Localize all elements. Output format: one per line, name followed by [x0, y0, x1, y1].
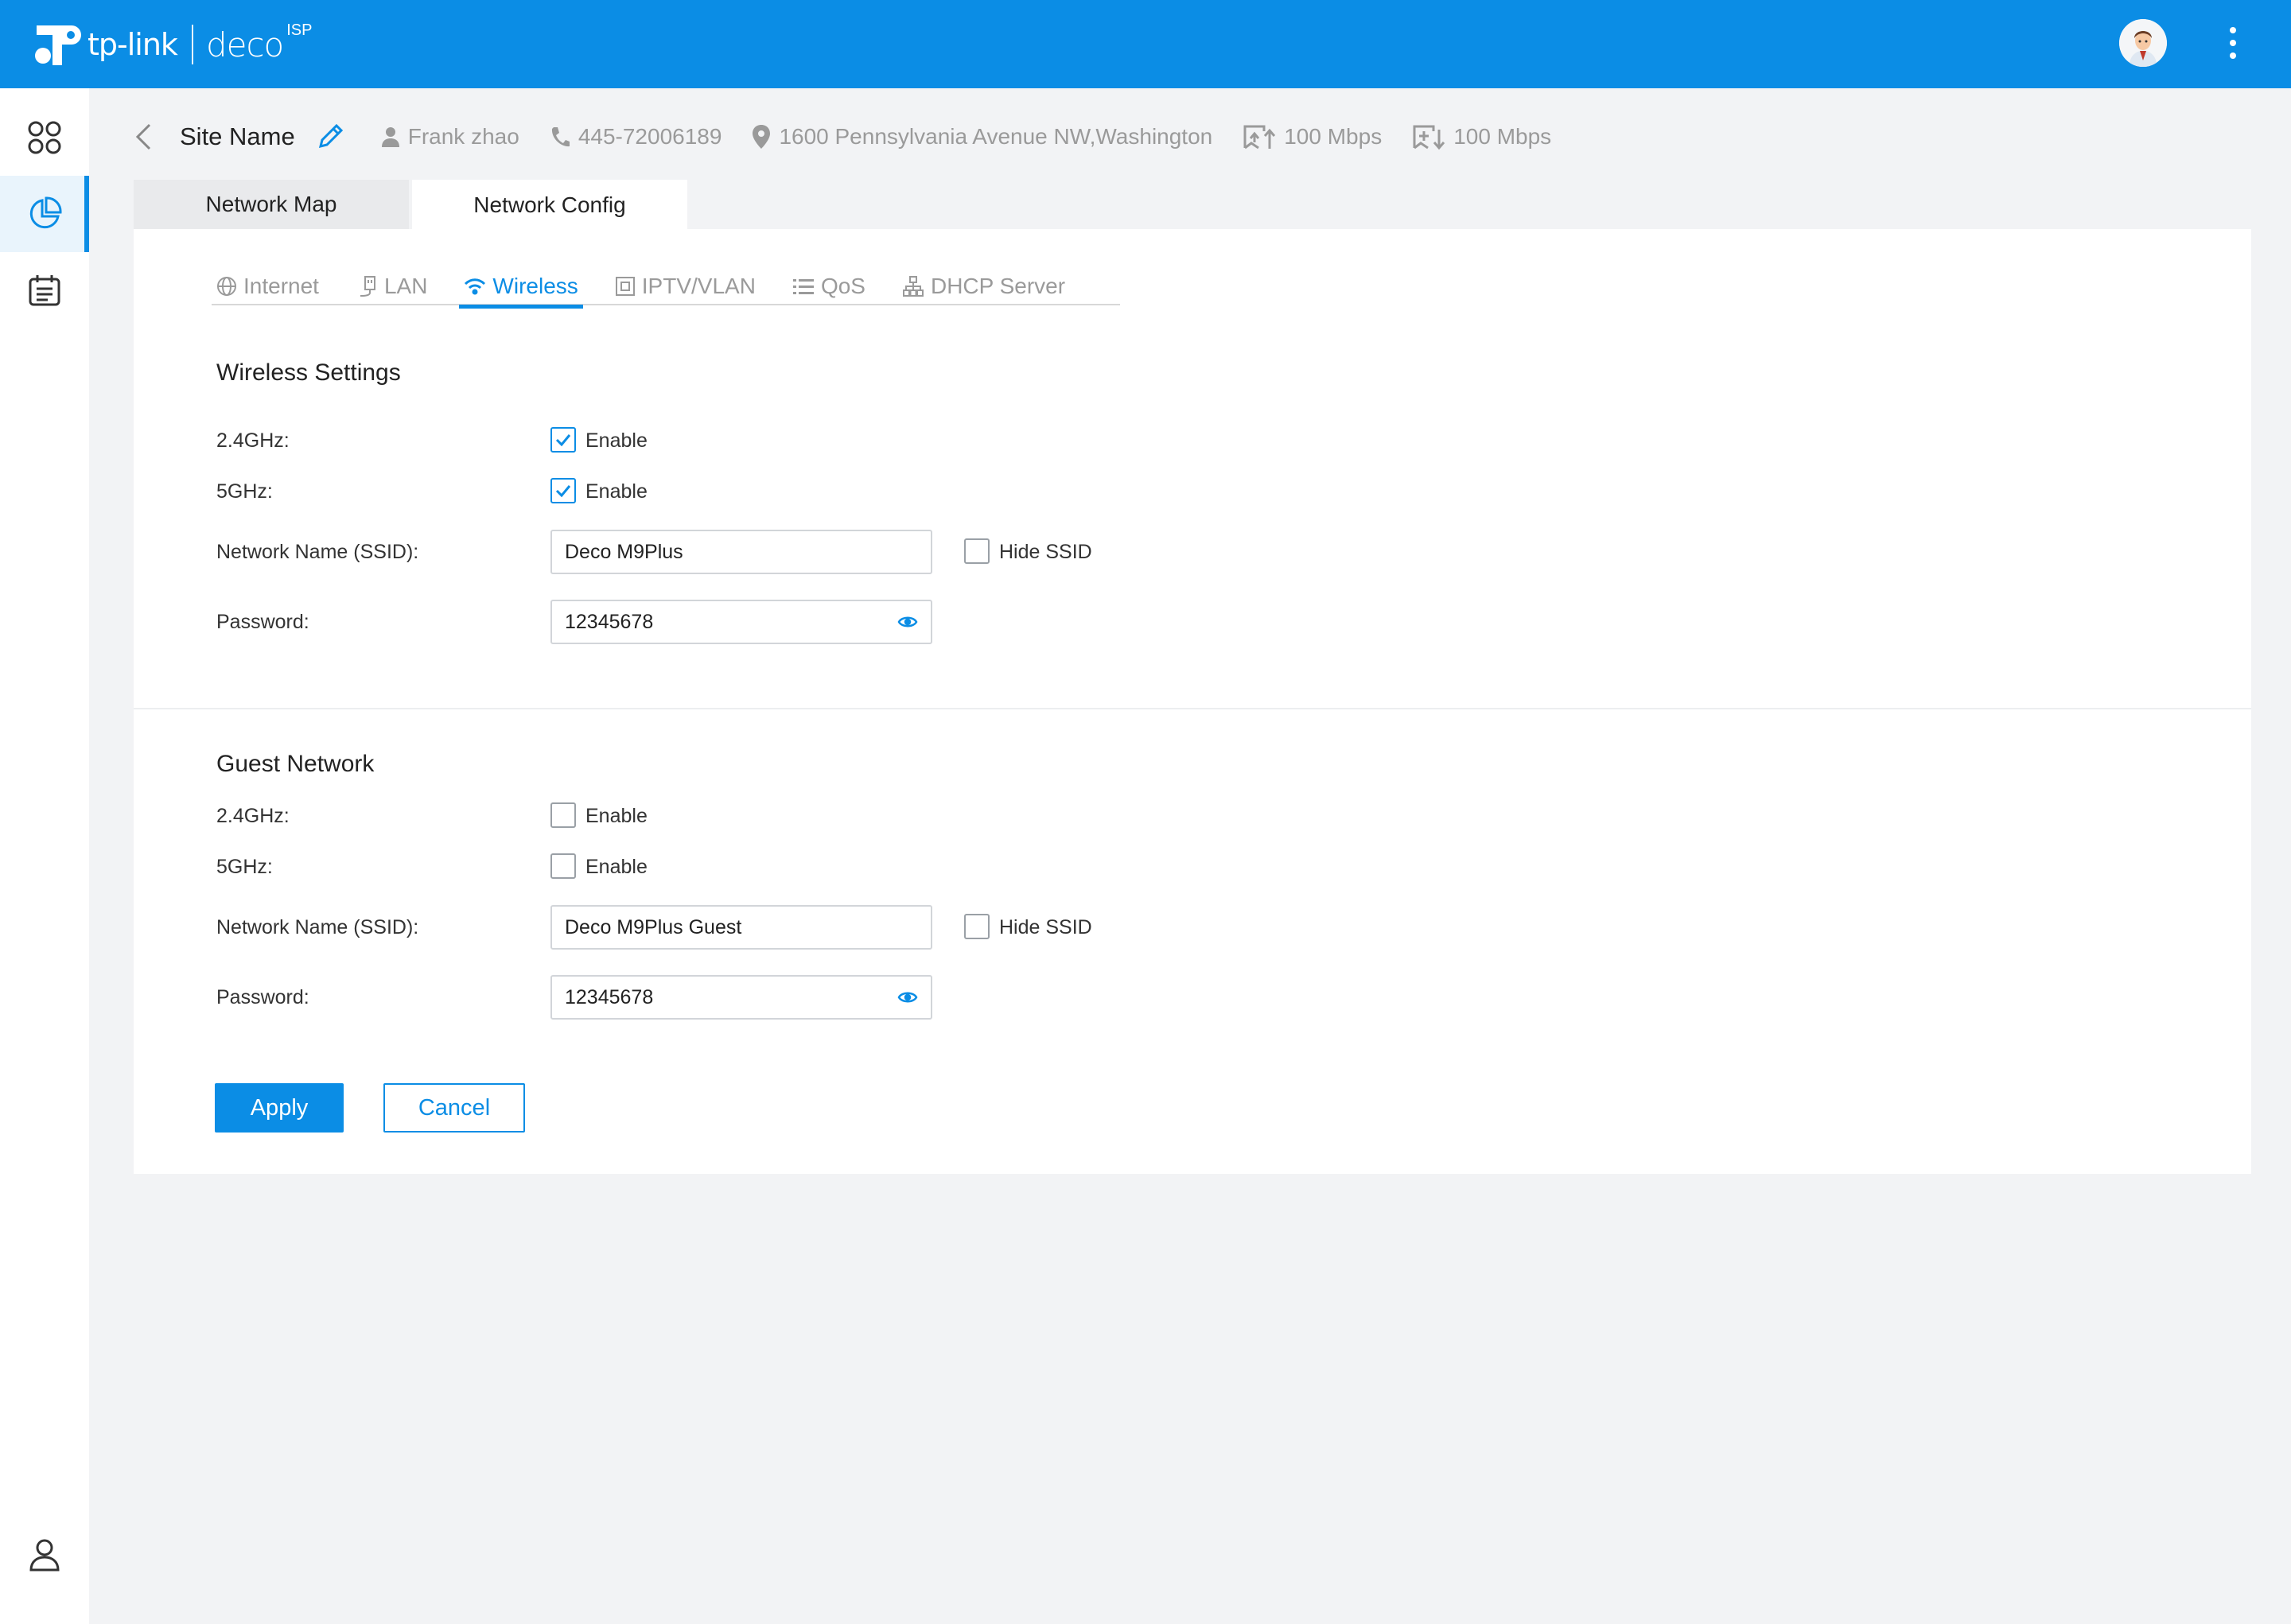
guest-24ghz-enable-label: Enable [585, 805, 648, 827]
subtab-iptv-vlan[interactable]: IPTV/VLAN [610, 267, 760, 305]
subtab-qos-label: QoS [820, 274, 865, 298]
subtab-internet[interactable]: Internet [212, 267, 324, 305]
guest-hide-ssid-checkbox[interactable] [964, 914, 990, 939]
subtab-iptv-vlan-label: IPTV/VLAN [641, 274, 756, 298]
apply-button[interactable]: Apply [215, 1083, 344, 1133]
wireless-password-input[interactable]: 12345678 [550, 600, 932, 644]
wireless-hide-ssid-checkbox[interactable] [964, 538, 990, 564]
site-address: 1600 Pennsylvania Avenue NW,Washington [752, 124, 1212, 150]
wireless-5ghz-checkbox[interactable] [550, 478, 576, 503]
pie-chart-icon [29, 196, 62, 229]
sidebar-item-network[interactable] [0, 176, 89, 252]
back-button[interactable] [134, 111, 165, 162]
guest-24ghz-checkbox[interactable] [550, 802, 576, 828]
subtab-wireless-label: Wireless [492, 274, 578, 298]
guest-hide-ssid-label: Hide SSID [999, 916, 1092, 938]
brand-logo[interactable]: tp-link deco ISP [32, 19, 312, 70]
more-menu-icon[interactable] [2221, 24, 2245, 64]
wireless-password-value: 12345678 [565, 610, 654, 633]
site-download-speed-text: 100 Mbps [1453, 124, 1552, 149]
wireless-ssid-value: Deco M9Plus [565, 540, 683, 563]
tab-network-map[interactable]: Network Map [134, 180, 409, 229]
subtab-lan-label: LAN [383, 274, 428, 298]
user-avatar[interactable] [2119, 19, 2167, 67]
user-account-icon [29, 1539, 60, 1572]
brand-isp-text: ISP [286, 21, 313, 39]
config-subtabs: Internet LAN Wireless IPTV/VLAN QoS DHCP… [212, 267, 1120, 309]
site-address-text: 1600 Pennsylvania Avenue NW,Washington [779, 124, 1213, 149]
brand-deco-text: deco [205, 25, 284, 64]
site-phone-text: 445-72006189 [578, 124, 722, 149]
site-owner-text: Frank zhao [407, 124, 519, 149]
guest-password-input[interactable]: 12345678 [550, 975, 932, 1020]
chevron-left-icon [135, 123, 151, 150]
wireless-settings-title: Wireless Settings [216, 359, 401, 386]
site-phone: 445-72006189 [550, 124, 722, 150]
network-config-panel: Internet LAN Wireless IPTV/VLAN QoS DHCP… [134, 229, 2251, 1174]
guest-ssid-label: Network Name (SSID): [216, 916, 419, 938]
top-bar: tp-link deco ISP [0, 0, 2291, 88]
guest-password-label: Password: [216, 986, 309, 1008]
dashboard-grid-icon [28, 121, 61, 154]
guest-network-title: Guest Network [216, 751, 375, 777]
wireless-ssid-input[interactable]: Deco M9Plus [550, 530, 932, 574]
wireless-ssid-label: Network Name (SSID): [216, 541, 419, 563]
section-divider [134, 708, 2251, 709]
network-tree-icon [902, 276, 924, 297]
sidebar-item-schedule[interactable] [0, 252, 89, 328]
checkmark-icon [555, 485, 571, 498]
globe-icon [217, 277, 236, 296]
guest-ssid-input[interactable]: Deco M9Plus Guest [550, 905, 932, 950]
wireless-5ghz-enable-label: Enable [585, 480, 648, 503]
brand-divider [191, 25, 193, 64]
list-icon [792, 279, 814, 294]
phone-icon [551, 127, 570, 147]
cancel-button[interactable]: Cancel [383, 1083, 525, 1133]
tplink-logo-icon [35, 25, 81, 65]
site-upload-speed-text: 100 Mbps [1284, 124, 1383, 149]
sidebar [0, 88, 89, 1624]
guest-24ghz-label: 2.4GHz: [216, 805, 290, 827]
ethernet-plug-icon [360, 276, 375, 297]
subtab-dhcp-server[interactable]: DHCP Server [897, 267, 1070, 305]
site-upload-speed: 100 Mbps [1243, 123, 1382, 150]
subtab-wireless[interactable]: Wireless [459, 267, 584, 309]
wifi-icon [465, 278, 486, 295]
show-password-eye-icon[interactable] [897, 614, 918, 630]
wireless-24ghz-enable-label: Enable [585, 429, 648, 452]
show-password-eye-icon[interactable] [897, 989, 918, 1005]
site-owner: Frank zhao [381, 124, 519, 150]
wireless-password-label: Password: [216, 611, 309, 633]
site-download-speed: 100 Mbps [1412, 123, 1551, 150]
wireless-24ghz-label: 2.4GHz: [216, 429, 290, 452]
sidebar-item-dashboard[interactable] [0, 99, 89, 176]
download-speed-icon [1413, 125, 1445, 150]
guest-5ghz-checkbox[interactable] [550, 853, 576, 879]
avatar-person-icon [2119, 19, 2167, 67]
subtab-internet-label: Internet [243, 274, 319, 298]
pencil-icon [318, 123, 343, 149]
subtab-lan[interactable]: LAN [352, 267, 432, 305]
sidebar-item-account[interactable] [0, 1517, 89, 1593]
tv-box-icon [615, 277, 635, 296]
subtab-qos[interactable]: QoS [788, 267, 870, 305]
upload-speed-icon [1243, 125, 1276, 150]
guest-ssid-value: Deco M9Plus Guest [565, 915, 742, 938]
location-pin-icon [753, 125, 771, 149]
guest-5ghz-label: 5GHz: [216, 856, 273, 878]
guest-password-value: 12345678 [565, 985, 654, 1008]
checkmark-icon [555, 434, 571, 447]
wireless-5ghz-label: 5GHz: [216, 480, 273, 503]
brand-tplink-text: tp-link [88, 27, 178, 62]
tab-network-config[interactable]: Network Config [412, 180, 687, 231]
wireless-hide-ssid-label: Hide SSID [999, 541, 1092, 563]
wireless-24ghz-checkbox[interactable] [550, 427, 576, 453]
guest-5ghz-enable-label: Enable [585, 856, 648, 878]
site-info-bar: Site Name Frank zhao 445-72006189 1600 P… [134, 111, 1581, 162]
edit-site-name-button[interactable] [316, 121, 348, 153]
person-icon [381, 127, 399, 147]
calendar-list-icon [29, 275, 60, 306]
subtab-dhcp-server-label: DHCP Server [930, 274, 1066, 298]
site-name: Site Name [180, 122, 295, 150]
